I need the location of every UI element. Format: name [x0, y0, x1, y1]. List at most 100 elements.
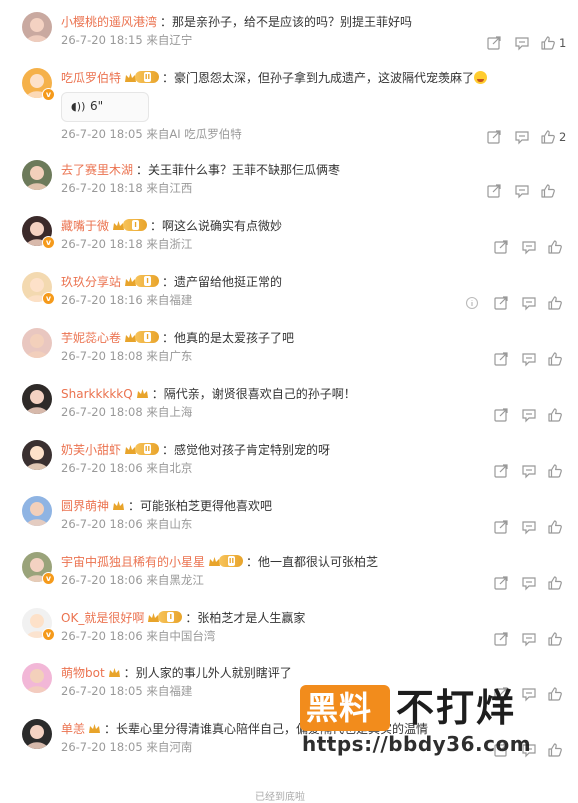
comment-text: 感觉他对孩子肯定特别宠的呀 [174, 443, 331, 457]
comment-line: SharkkkkkQ ：隔代亲，谢贤很喜欢自己的孙子啊！ [61, 387, 356, 401]
comment-actions [0, 239, 578, 255]
comment-line: 奶芙小甜虾 II ：感觉他对孩子肯定特别宠的呀 [61, 443, 331, 457]
comment-text: 可能张柏芝更得他喜欢吧 [140, 499, 273, 513]
comment-line: 单恙 ：长辈心里分得清谁真心陪伴自己，偏爱隔代也是真实的温情 [61, 722, 429, 736]
like-button[interactable] [547, 463, 563, 479]
comment-text: 啊这么说确实有点微妙 [162, 219, 283, 233]
like-button[interactable] [540, 35, 556, 51]
voice-duration: 6" [90, 99, 104, 113]
comment-actions [0, 519, 578, 535]
share-button[interactable] [493, 295, 509, 311]
sound-wave-icon: ◖)) [71, 100, 86, 113]
share-button[interactable] [493, 575, 509, 591]
comment-text: 关王菲什么事？王菲不缺那仨瓜俩枣 [148, 163, 341, 177]
like-button[interactable] [547, 575, 563, 591]
comment-text: 他一直都很认可张柏芝 [258, 555, 379, 569]
reply-button[interactable] [514, 35, 530, 51]
share-button[interactable] [493, 407, 509, 423]
like-count: 1 [559, 36, 567, 50]
comment-line: 去了赛里木湖 ：关王菲什么事？王菲不缺那仨瓜俩枣 [61, 163, 341, 177]
share-button[interactable] [493, 686, 509, 702]
username-link[interactable]: 芋妮蕊心卷 [61, 331, 121, 345]
share-button[interactable] [486, 183, 502, 199]
comment-actions [0, 183, 578, 199]
level-badge: II [135, 71, 160, 83]
username-link[interactable]: SharkkkkkQ [61, 387, 133, 401]
username-link[interactable]: 藏嘴于微 [61, 219, 109, 233]
comment-line: 玖玖分享站 I ：遗产留给他挺正常的 [61, 275, 283, 289]
comment-line: 芋妮蕊心卷 I ：他真的是太爱孩子了吧 [61, 331, 295, 345]
share-button[interactable] [486, 35, 502, 51]
like-button[interactable] [540, 129, 556, 145]
share-button[interactable] [493, 351, 509, 367]
comment-list-page: { "colors": {"username": "#eb7350", "met… [0, 0, 578, 803]
comment-actions [0, 295, 578, 311]
like-button[interactable] [547, 742, 563, 758]
comment-text: 遗产留给他挺正常的 [174, 275, 283, 289]
username-link[interactable]: 奶芙小甜虾 [61, 443, 121, 457]
reply-button[interactable] [521, 686, 537, 702]
comment-text: 那是亲孙子，给不是应该的吗？别提王菲好吗 [172, 15, 413, 29]
reply-button[interactable] [521, 351, 537, 367]
level-badge: I [158, 611, 183, 623]
username-link[interactable]: 去了赛里木湖 [61, 163, 133, 177]
share-button[interactable] [493, 742, 509, 758]
share-button[interactable] [493, 631, 509, 647]
like-button[interactable] [547, 351, 563, 367]
crown-icon [89, 724, 101, 733]
crown-icon [108, 668, 120, 677]
share-button[interactable] [493, 519, 509, 535]
crown-icon [136, 389, 148, 398]
username-link[interactable]: 萌物bot [61, 666, 105, 680]
username-link[interactable]: 圆界萌神 [61, 499, 109, 513]
username-link[interactable]: 宇宙中孤独且稀有的小星星 [61, 555, 205, 569]
username-link[interactable]: 单恙 [61, 722, 85, 736]
info-icon[interactable] [464, 295, 480, 311]
like-button[interactable] [547, 295, 563, 311]
like-button[interactable] [547, 239, 563, 255]
comment-actions: 2 [0, 129, 578, 145]
comment-line: 萌物bot ：别人家的事儿外人就别瞎评了 [61, 666, 292, 680]
reply-button[interactable] [521, 463, 537, 479]
reply-button[interactable] [521, 295, 537, 311]
comment-text: 长辈心里分得清谁真心陪伴自己，偏爱隔代也是真实的温情 [116, 722, 429, 736]
comment-actions [0, 631, 578, 647]
like-button[interactable] [540, 183, 556, 199]
like-button[interactable] [547, 631, 563, 647]
comment-actions: 1 [0, 35, 578, 51]
level-badge: II [135, 443, 160, 455]
reply-button[interactable] [514, 129, 530, 145]
reply-button[interactable] [521, 519, 537, 535]
comment-text: 别人家的事儿外人就别瞎评了 [135, 666, 292, 680]
end-of-list-text: 已经到底啦 [255, 792, 305, 803]
comment-line: 宇宙中孤独且稀有的小星星 II ：他一直都很认可张柏芝 [61, 555, 379, 569]
username-link[interactable]: OK_就是很好啊 [61, 611, 144, 625]
level-badge: I [135, 331, 160, 343]
level-badge: I [123, 219, 148, 231]
username-link[interactable]: 小樱桃的遥风港湾 [61, 15, 157, 29]
comment-text: 豪门恩怨太深，但孙子拿到九成遗产，这波隔代宠羡麻了 [174, 71, 475, 85]
like-button[interactable] [547, 407, 563, 423]
comment-text: 隔代亲，谢贤很喜欢自己的孙子啊！ [163, 387, 356, 401]
reply-button[interactable] [521, 575, 537, 591]
comment-text: 张柏芝才是人生赢家 [197, 611, 306, 625]
reply-button[interactable] [521, 239, 537, 255]
comment-actions [0, 742, 578, 758]
comment-line: 圆界萌神 ：可能张柏芝更得他喜欢吧 [61, 499, 273, 513]
comment-actions [0, 686, 578, 702]
reply-button[interactable] [521, 631, 537, 647]
reply-button[interactable] [521, 407, 537, 423]
share-button[interactable] [493, 463, 509, 479]
like-button[interactable] [547, 686, 563, 702]
verified-badge-icon: v [42, 88, 55, 101]
comment-line: 吃瓜罗伯特 II ：豪门恩怨太深，但孙子拿到九成遗产，这波隔代宠羡麻了 [61, 70, 488, 86]
reply-button[interactable] [521, 742, 537, 758]
username-link[interactable]: 吃瓜罗伯特 [61, 71, 121, 85]
username-link[interactable]: 玖玖分享站 [61, 275, 121, 289]
share-button[interactable] [493, 239, 509, 255]
crown-icon [113, 501, 125, 510]
share-button[interactable] [486, 129, 502, 145]
reply-button[interactable] [514, 183, 530, 199]
like-button[interactable] [547, 519, 563, 535]
voice-message[interactable]: ◖)) 6" [61, 92, 149, 122]
